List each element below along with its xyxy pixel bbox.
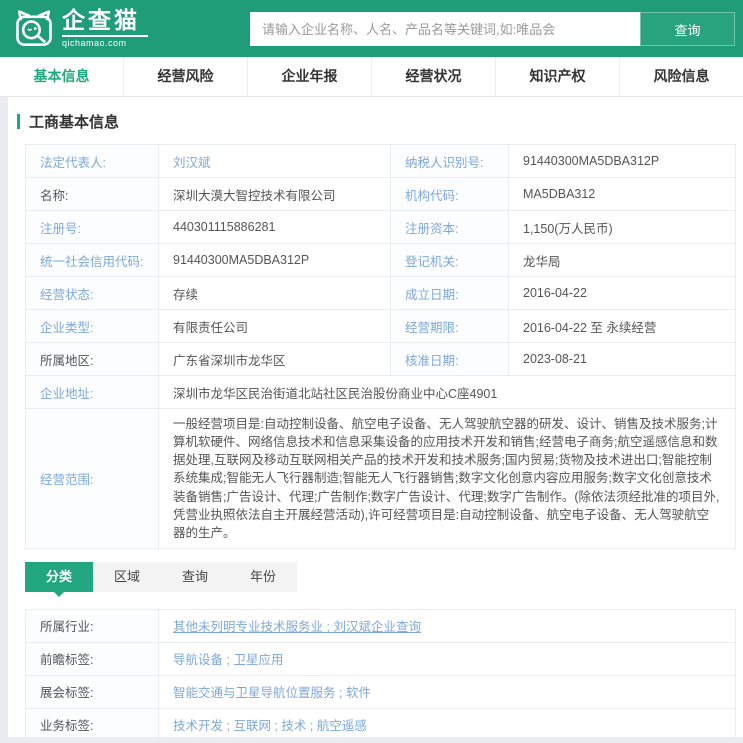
subtab-query[interactable]: 查询 [161, 562, 229, 592]
link-separator: ; [335, 686, 346, 701]
link-separator: ; [306, 719, 317, 734]
legal-representative-label: 法定代表人: [25, 144, 159, 178]
brand-text: 企查猫 qichamao.com [62, 9, 148, 48]
section-title: 工商基本信息 [17, 111, 743, 132]
table-row: 经营状态: 存续 成立日期: 2016-04-22 [25, 276, 736, 310]
table-row: 企业地址: 深圳市龙华区民治街道北站社区民治股份商业中心C座4901 [25, 375, 736, 409]
industry-links: 其他未列明专业技术服务业 ; 刘汉斌企业查询 [158, 608, 736, 643]
exhibition-tags-link[interactable]: 软件 [346, 686, 371, 700]
establish-date-label: 成立日期: [390, 276, 509, 310]
business-tags-link[interactable]: 互联网 [233, 719, 271, 733]
tags-table: 所属行业: 其他未列明专业技术服务业 ; 刘汉斌企业查询 前瞻标签: 导航设备 ; 卫… [25, 608, 736, 737]
table-row: 法定代表人: 刘汉斌 纳税人识别号: 91440300MA5DBA312P [25, 144, 736, 178]
approval-date-label: 核准日期: [390, 342, 509, 376]
table-row: 所属地区: 广东省深圳市龙华区 核准日期: 2023-08-21 [25, 342, 736, 376]
registration-number-value: 440301115886281 [158, 210, 391, 244]
subtabs-row: 分类 区域 查询 年份 [25, 561, 743, 597]
business-tags-label: 业务标签: [25, 707, 159, 737]
legal-representative-link[interactable]: 刘汉斌 [173, 156, 211, 170]
qianzhan-tags-label: 前瞻标签: [25, 641, 159, 676]
registered-capital-value: 1,150(万人民币) [508, 210, 736, 244]
business-tags-link[interactable]: 技术开发 [173, 719, 223, 733]
link-separator: ; [323, 620, 334, 635]
operating-state-value: 存续 [158, 276, 391, 310]
qianzhan-tags-link[interactable]: 卫星应用 [233, 653, 283, 667]
brand-name: 企查猫 [62, 7, 140, 33]
region-label: 所属地区: [25, 342, 159, 376]
link-separator: ; [223, 719, 234, 734]
approval-date-value: 2023-08-21 [508, 342, 736, 376]
header-search: 查询 [250, 12, 735, 46]
business-tags-links: 技术开发 ; 互联网 ; 技术 ; 航空遥感 [158, 707, 736, 737]
registration-authority-label: 登记机关: [390, 243, 509, 277]
taxpayer-id-value: 91440300MA5DBA312P [508, 144, 736, 178]
business-tags-link[interactable]: 技术 [281, 719, 306, 733]
tab-risk-info[interactable]: 风险信息 [620, 57, 743, 96]
company-name-value: 深圳大漠大智控技术有限公司 [158, 177, 391, 211]
exhibition-tags-links: 智能交通与卫星导航位置服务 ; 软件 [158, 674, 736, 709]
table-row: 统一社会信用代码: 91440300MA5DBA312P 登记机关: 龙华局 [25, 243, 736, 277]
table-row: 业务标签: 技术开发 ; 互联网 ; 技术 ; 航空遥感 [25, 707, 736, 737]
legal-representative-value: 刘汉斌 [158, 144, 391, 178]
search-button[interactable]: 查询 [640, 12, 735, 46]
company-name-label: 名称: [25, 177, 159, 211]
organization-code-value: MA5DBA312 [508, 177, 736, 211]
table-row: 所属行业: 其他未列明专业技术服务业 ; 刘汉斌企业查询 [25, 608, 736, 643]
qichamao-logo[interactable]: 企查猫 qichamao.com [13, 9, 148, 49]
industry-link[interactable]: 其他未列明专业技术服务业 [173, 620, 323, 634]
business-scope-value: 一般经营项目是:自动控制设备、航空电子设备、无人驾驶航空器的研发、设计、销售及技… [158, 408, 736, 549]
establish-date-value: 2016-04-22 [508, 276, 736, 310]
section-title-text: 工商基本信息 [29, 114, 120, 131]
business-scope-label: 经营范围: [25, 408, 159, 549]
table-row: 展会标签: 智能交通与卫星导航位置服务 ; 软件 [25, 674, 736, 709]
tab-intellectual-property[interactable]: 知识产权 [496, 57, 620, 96]
company-type-label: 企业类型: [25, 309, 159, 343]
table-row: 名称: 深圳大漠大智控技术有限公司 机构代码: MA5DBA312 [25, 177, 736, 211]
brand-domain: qichamao.com [62, 35, 148, 48]
subtab-region[interactable]: 区域 [93, 562, 161, 592]
link-separator: ; [270, 719, 282, 734]
sub-tabs: 分类 区域 查询 年份 [25, 561, 298, 597]
subtab-category[interactable]: 分类 [25, 561, 94, 597]
table-row: 前瞻标签: 导航设备 ; 卫星应用 [25, 641, 736, 676]
cat-magnifier-icon [16, 9, 52, 46]
company-type-value: 有限责任公司 [158, 309, 391, 343]
search-input[interactable] [250, 12, 640, 46]
unified-social-credit-code-value: 91440300MA5DBA312P [158, 243, 391, 277]
tab-annual-report[interactable]: 企业年报 [248, 57, 372, 96]
region-value: 广东省深圳市龙华区 [158, 342, 391, 376]
tab-operating-status[interactable]: 经营状况 [372, 57, 496, 96]
table-row: 经营范围: 一般经营项目是:自动控制设备、航空电子设备、无人驾驶航空器的研发、设计… [25, 408, 736, 549]
operating-period-label: 经营期限: [390, 309, 509, 343]
registration-number-label: 注册号: [25, 210, 159, 244]
registered-capital-label: 注册资本: [390, 210, 509, 244]
link-separator: ; [223, 653, 234, 668]
tab-basic-info[interactable]: 基本信息 [0, 57, 124, 96]
registration-authority-value: 龙华局 [508, 243, 736, 277]
table-row: 企业类型: 有限责任公司 经营期限: 2016-04-22 至 永续经营 [25, 309, 736, 343]
operating-period-value: 2016-04-22 至 永续经营 [508, 309, 736, 343]
company-address-value: 深圳市龙华区民治街道北站社区民治股份商业中心C座4901 [158, 375, 736, 409]
qianzhan-tags-links: 导航设备 ; 卫星应用 [158, 641, 736, 676]
industry-label: 所属行业: [25, 608, 159, 643]
tab-business-risk[interactable]: 经营风险 [124, 57, 248, 96]
table-row: 注册号: 440301115886281 注册资本: 1,150(万人民币) [25, 210, 736, 244]
unified-social-credit-code-label: 统一社会信用代码: [25, 243, 159, 277]
page-header: 企查猫 qichamao.com 查询 [0, 0, 743, 57]
exhibition-tags-link[interactable]: 智能交通与卫星导航位置服务 [173, 686, 336, 700]
company-address-label: 企业地址: [25, 375, 159, 409]
business-info-table: 法定代表人: 刘汉斌 纳税人识别号: 91440300MA5DBA312P 名称: 深圳大… [25, 144, 736, 549]
qianzhan-tags-link[interactable]: 导航设备 [173, 653, 223, 667]
taxpayer-id-label: 纳税人识别号: [390, 144, 509, 178]
title-accent-bar [17, 114, 20, 129]
organization-code-label: 机构代码: [390, 177, 509, 211]
industry-link[interactable]: 刘汉斌企业查询 [333, 620, 421, 634]
exhibition-tags-label: 展会标签: [25, 674, 159, 709]
nav-tabs: 基本信息 经营风险 企业年报 经营状况 知识产权 风险信息 [0, 57, 743, 97]
subtab-year[interactable]: 年份 [229, 562, 297, 592]
business-tags-link[interactable]: 航空遥感 [317, 719, 367, 733]
operating-state-label: 经营状态: [25, 276, 159, 310]
main-content: 工商基本信息 法定代表人: 刘汉斌 纳税人识别号: 91440300MA5DBA312… [8, 97, 743, 737]
